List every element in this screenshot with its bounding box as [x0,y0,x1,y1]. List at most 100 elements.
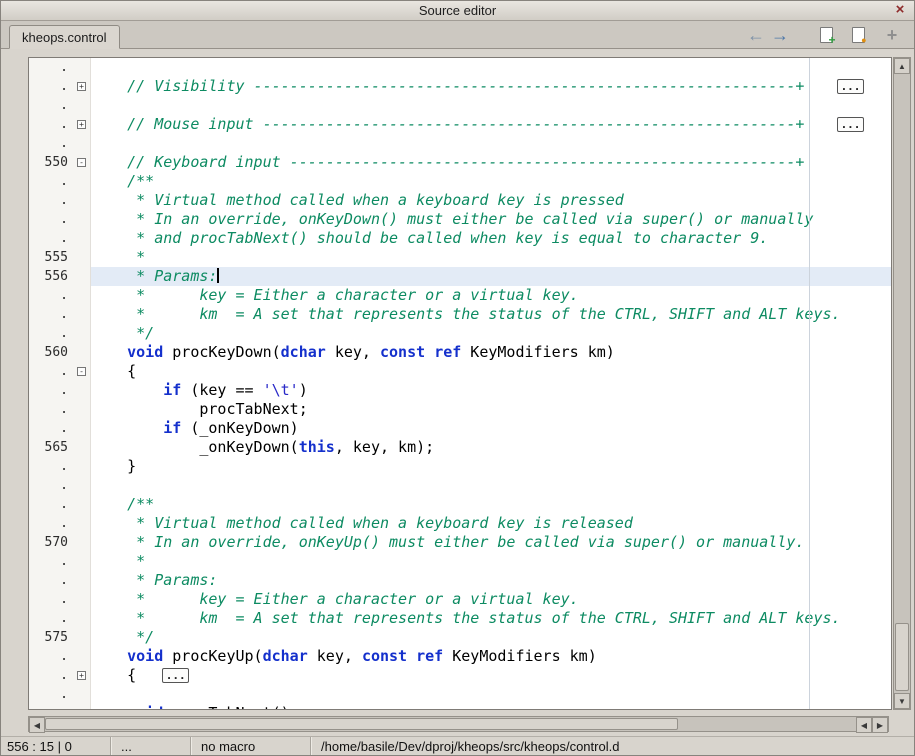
left-arrow-icon: ◀ [34,721,40,730]
code-line[interactable]: } [91,457,891,476]
code-line[interactable]: * Params: [91,267,891,286]
fold-gutter-cell [73,457,90,476]
code-line[interactable]: * [91,248,891,267]
gutter-dot: . [29,514,73,533]
code-line[interactable]: void procKeyUp(dchar key, const ref KeyM… [91,647,891,666]
fold-gutter-cell [73,571,90,590]
code-line[interactable]: * In an override, onKeyUp() must either … [91,533,891,552]
gutter-dot: . [29,362,73,381]
fold-gutter-cell [73,134,90,153]
fold-toggle-icon[interactable]: + [77,671,86,680]
gutter-dot: . [29,58,73,77]
editor-code[interactable]: // Visibility --------------------------… [91,58,891,709]
code-line[interactable]: void procKeyDown(dchar key, const ref Ke… [91,343,891,362]
code-line[interactable]: * km = A set that represents the status … [91,609,891,628]
forward-button[interactable]: → [768,24,792,46]
scroll-left-button-secondary[interactable]: ◀ [856,717,872,733]
gutter-dot: . [29,419,73,438]
fold-toggle-icon[interactable]: + [77,120,86,129]
fold-gutter-cell [73,286,90,305]
orange-badge-icon: ● [861,35,866,45]
code-line[interactable]: procTabNext; [91,400,891,419]
editor[interactable]: .....550....555556...560....565....570..… [28,57,892,710]
horizontal-scroll-thumb[interactable] [45,718,678,730]
document-state-button[interactable]: ● [846,24,870,46]
scroll-down-button[interactable]: ▼ [894,693,910,709]
status-bar: 556 : 15 | 0 ... no macro /home/basile/D… [1,736,914,755]
horizontal-scroll-track[interactable] [45,717,856,731]
code-line[interactable]: */ [91,324,891,343]
fold-gutter-cell [73,96,90,115]
collapsed-code-box[interactable]: ... [162,668,189,683]
code-line[interactable]: if (_onKeyDown) [91,419,891,438]
close-button[interactable]: × [892,2,908,18]
code-line[interactable]: /** [91,495,891,514]
back-button[interactable]: ← [744,24,768,46]
fold-toggle-icon[interactable]: - [77,367,86,376]
file-path-panel: /home/basile/Dev/dproj/kheops/src/kheops… [311,737,914,755]
right-margin-ruler [809,58,810,709]
vertical-scroll-thumb[interactable] [895,623,909,691]
fold-gutter-cell [73,305,90,324]
code-line[interactable]: * Virtual method called when a keyboard … [91,191,891,210]
code-line[interactable]: * Virtual method called when a keyboard … [91,514,891,533]
tab-kheops-control[interactable]: kheops.control [9,25,120,49]
collapsed-code-box[interactable]: ... [837,79,864,94]
macro-status-panel: no macro [191,737,311,755]
code-line[interactable] [91,134,891,153]
editor-area: .....550....555556...560....565....570..… [28,57,911,710]
code-line[interactable]: * key = Either a character or a virtual … [91,286,891,305]
fold-toggle-icon[interactable]: - [77,158,86,167]
code-line[interactable]: * Params: [91,571,891,590]
code-line[interactable]: * In an override, onKeyDown() must eithe… [91,210,891,229]
scroll-right-button[interactable]: ▶ [872,717,888,733]
fold-gutter-cell [73,229,90,248]
text-caret [217,268,219,283]
window-title: Source editor [1,3,914,18]
gutter-dot: . [29,381,73,400]
code-line[interactable]: */ [91,628,891,647]
collapsed-code-box[interactable]: ... [837,117,864,132]
code-line[interactable]: * key = Either a character or a virtual … [91,590,891,609]
vertical-scroll-track[interactable] [894,74,910,693]
code-line[interactable]: if (key == '\t') [91,381,891,400]
plus-badge-icon: + [828,33,835,47]
code-line[interactable] [91,96,891,115]
up-arrow-icon: ▲ [898,62,906,71]
code-line[interactable]: void procTabNext() [91,704,891,709]
code-line[interactable]: // Mouse input -------------------------… [91,115,891,134]
new-document-button[interactable]: + [814,24,838,46]
fold-gutter-cell [73,400,90,419]
code-line[interactable] [91,476,891,495]
code-line[interactable]: * and procTabNext() should be called whe… [91,229,891,248]
code-line[interactable] [91,58,891,77]
scroll-left-button[interactable]: ◀ [29,717,45,733]
gutter-dot: . [29,476,73,495]
fold-toggle-icon[interactable]: + [77,82,86,91]
code-line[interactable]: {... [91,666,891,685]
code-line[interactable]: * [91,552,891,571]
code-line[interactable]: _onKeyDown(this, key, km); [91,438,891,457]
gutter-dot: . [29,457,73,476]
editor-foldbar: + + - - + [73,58,91,709]
code-line[interactable]: /** [91,172,891,191]
gutter-dot: . [29,666,73,685]
fold-gutter-cell [73,533,90,552]
scroll-up-button[interactable]: ▲ [894,58,910,74]
forward-arrow-icon: → [771,25,789,46]
fold-gutter-cell [73,514,90,533]
code-line[interactable] [91,685,891,704]
code-line[interactable]: // Visibility --------------------------… [91,77,891,96]
vertical-scrollbar[interactable]: ▲ ▼ [893,57,911,710]
horizontal-scrollbar[interactable]: ◀ ◀ ▶ [28,716,889,732]
gutter-line-number: 550 [29,153,73,172]
code-line[interactable]: // Keyboard input ----------------------… [91,153,891,172]
code-line[interactable]: { [91,362,891,381]
fold-gutter-cell: - [73,362,90,381]
gutter-line-number: 560 [29,343,73,362]
code-line[interactable]: * km = A set that represents the status … [91,305,891,324]
fold-gutter-cell [73,685,90,704]
right-arrow-icon: ▶ [877,721,883,730]
fold-gutter-cell [73,647,90,666]
dock-handle-button[interactable]: + [880,24,904,46]
